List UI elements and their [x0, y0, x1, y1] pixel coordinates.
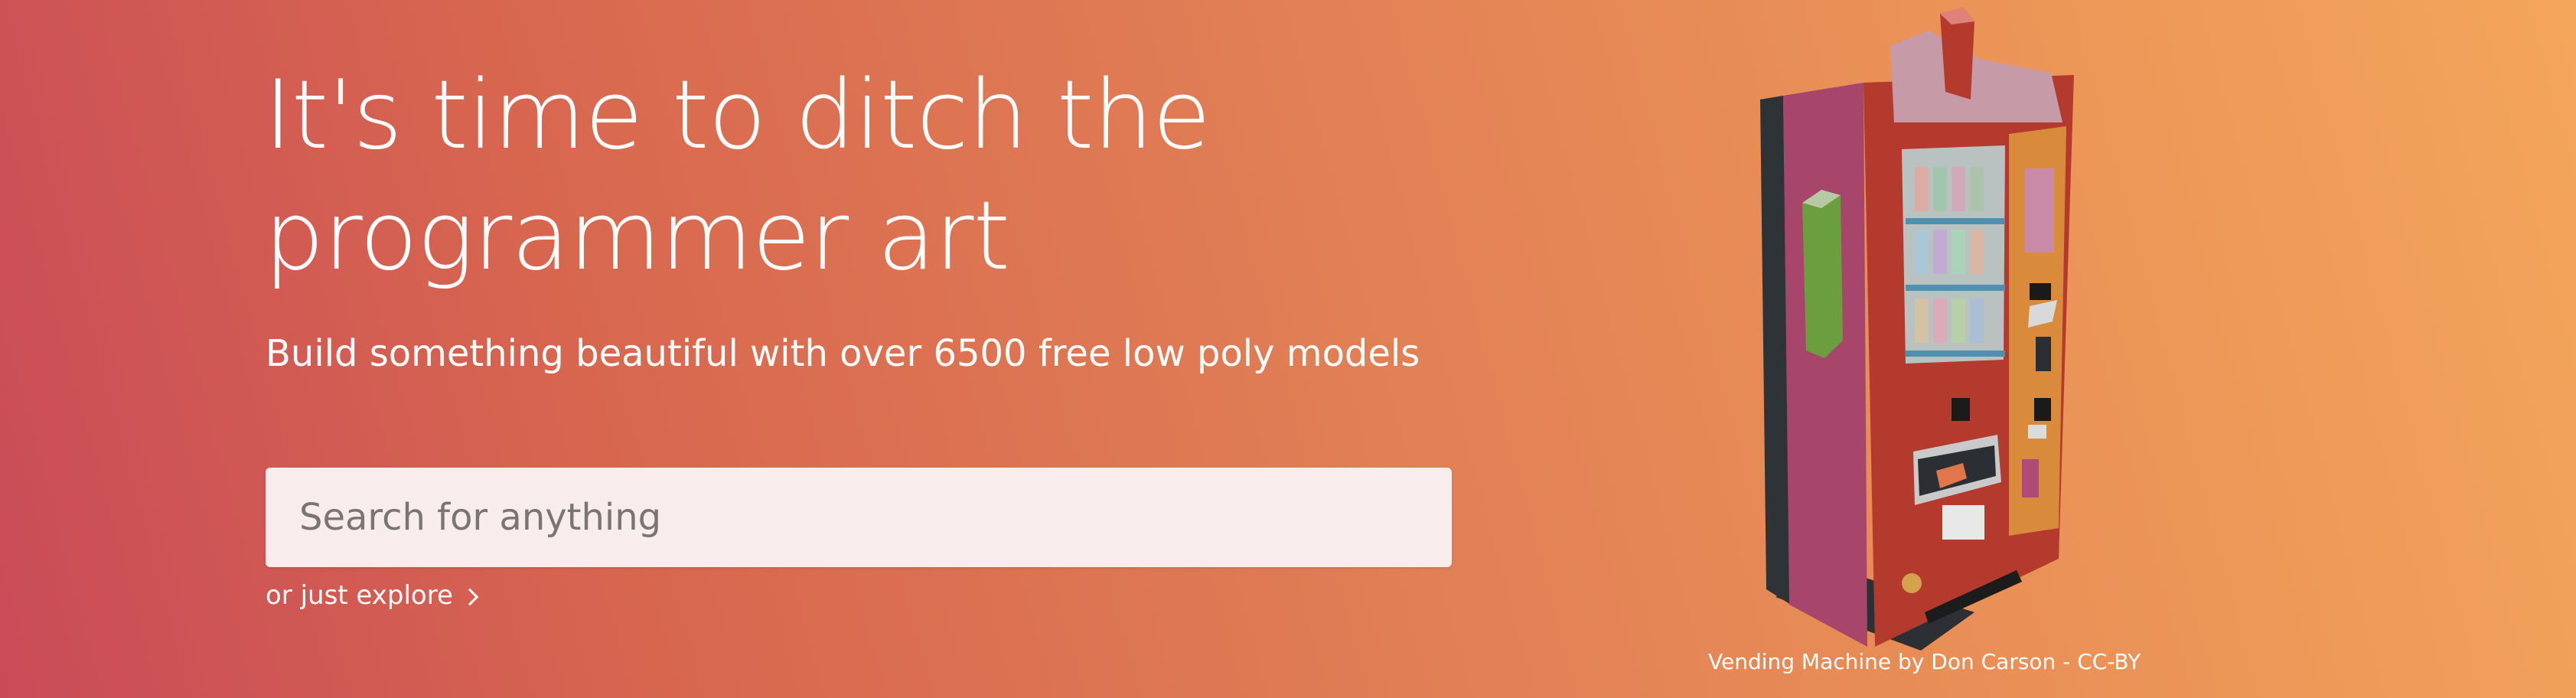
hero-banner: It's time to ditch the programmer art Bu…: [0, 0, 2576, 698]
headline-line-2: programmer art: [264, 181, 1010, 292]
search-input[interactable]: [266, 468, 1452, 567]
model-crown: [1890, 31, 2062, 122]
model-keypad: [1952, 398, 1970, 421]
headline-line-1: It's time to ditch the: [264, 60, 1211, 171]
model-coin-panel: [2025, 168, 2054, 253]
model-side-decal: [1802, 190, 1843, 358]
explore-link[interactable]: or just explore: [266, 578, 479, 613]
model-caption: Vending Machine by Don Carson - CC-BY: [1708, 649, 2141, 674]
model-side-panel: [1783, 83, 1867, 647]
vending-machine-model[interactable]: [1745, 0, 2097, 658]
hero-subheadline: Build something beautiful with over 6500…: [266, 332, 1420, 375]
model-coin-return: [1902, 573, 1922, 593]
hero-headline: It's time to ditch the programmer art: [264, 55, 1565, 297]
explore-link-label: or just explore: [266, 580, 453, 611]
chevron-right-icon: [461, 588, 479, 605]
